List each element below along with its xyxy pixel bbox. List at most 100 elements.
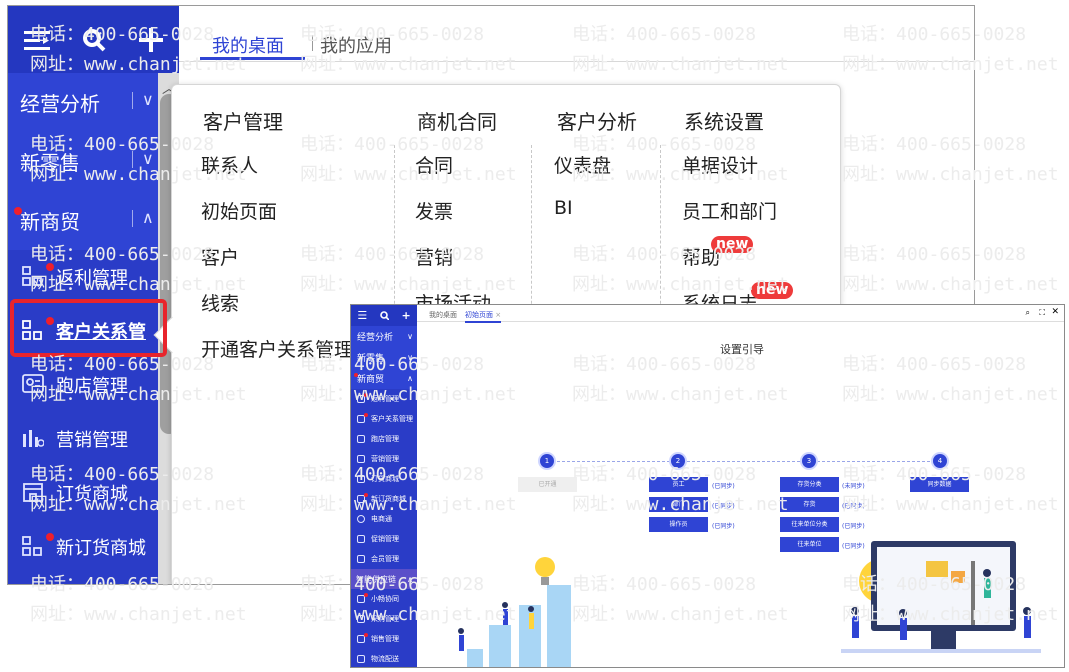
menu-header: 商机合同	[417, 110, 497, 134]
sync-status: (未同步)	[842, 483, 865, 490]
plus-icon[interactable]: +	[401, 309, 410, 322]
inset-nav-group[interactable]: 经营分析 ∨	[351, 326, 417, 347]
sidebar-item-label: 订货商城	[56, 484, 128, 505]
inset-sidebar-item[interactable]: 跑店管理	[351, 429, 417, 449]
grid-icon	[22, 266, 42, 286]
highlight-box	[10, 299, 167, 357]
item-label: 新订货商城	[371, 495, 406, 503]
tab-my-apps[interactable]: 我的应用	[320, 32, 392, 58]
search-button[interactable]	[65, 6, 122, 73]
menu-header: 系统设置	[684, 110, 764, 134]
grid-icon	[22, 536, 42, 556]
item-label: 物流配送	[371, 655, 399, 663]
nav-group-label: 新零售	[357, 354, 385, 364]
search-icon	[82, 28, 105, 51]
menu-item-contract[interactable]: 合同	[415, 151, 453, 178]
sidebar-item-store-visit[interactable]: 跑店管理	[8, 358, 179, 412]
inset-sidebar-item[interactable]: 营销管理	[351, 449, 417, 469]
active-tab-underline	[200, 57, 305, 60]
sidebar-toolbar	[8, 6, 179, 73]
nav-group-new-retail[interactable]: 新零售 ∨	[8, 132, 179, 191]
inventory-button[interactable]: 存货	[780, 497, 839, 512]
inset-sidebar-item[interactable]: 返利管理	[351, 389, 417, 409]
inset-sidebar-item[interactable]: 物流配送	[351, 649, 417, 667]
menu-item-marketing[interactable]: 营销	[415, 243, 453, 270]
menu-item-contact[interactable]: 联系人	[201, 151, 258, 178]
tab-my-desktop[interactable]: 我的桌面	[212, 32, 284, 58]
tab-divider	[312, 35, 313, 51]
enabled-button[interactable]: 已开通	[518, 477, 577, 492]
maximize-icon[interactable]: ⛶	[1039, 308, 1045, 318]
step-1: 1	[540, 454, 554, 468]
ecommerce-icon	[357, 515, 365, 523]
inset-sidebar-item[interactable]: 会员管理	[351, 549, 417, 569]
nav-group-label: 新商贸	[20, 210, 80, 234]
sidebar-item-new-order-mall[interactable]: 新订货商城	[8, 520, 179, 574]
inset-tab-initial-page[interactable]: 初始页面 ×	[465, 310, 502, 323]
inset-sidebar-item[interactable]: 订货商城	[351, 469, 417, 489]
menu-item-lead[interactable]: 线索	[201, 289, 239, 316]
sidebar-item-rebate[interactable]: 返利管理	[8, 250, 179, 304]
menu-item-bi[interactable]: BI	[554, 197, 573, 219]
notification-dot	[46, 533, 54, 541]
chevron-down-icon: ∨	[407, 353, 413, 362]
inset-sidebar-item[interactable]: 采购管理	[351, 609, 417, 629]
inset-nav-group[interactable]: 新零售 ∨	[351, 347, 417, 368]
chevron-up-icon: ∧	[407, 574, 413, 584]
add-button[interactable]	[122, 6, 179, 73]
divider	[132, 210, 133, 227]
search-icon[interactable]	[380, 311, 389, 320]
menu-item-customer[interactable]: 客户	[201, 243, 239, 270]
inset-sidebar-item[interactable]: 促销管理	[351, 529, 417, 549]
staff-button[interactable]: 员工	[649, 477, 708, 492]
close-icon[interactable]: ✕	[1051, 307, 1059, 317]
inset-sidebar-item[interactable]: 小畅协同	[351, 589, 417, 609]
member-icon	[357, 555, 365, 563]
chevron-up-icon: ∧	[142, 208, 154, 227]
divider	[132, 151, 133, 168]
sync-data-button[interactable]: 同步数据	[910, 477, 969, 492]
inset-sidebar-item[interactable]: 电商通	[351, 509, 417, 529]
menu-button[interactable]	[8, 6, 65, 73]
item-label: 销售管理	[371, 635, 399, 643]
nav-group-business-analysis[interactable]: 经营分析 ∨	[8, 73, 179, 132]
chevron-down-icon: ∨	[142, 149, 154, 168]
inset-sidebar-item[interactable]: 销售管理	[351, 629, 417, 649]
new-badge: new	[711, 236, 754, 253]
search-icon[interactable]: ⌕	[1026, 308, 1030, 318]
step-3: 3	[802, 454, 816, 468]
menu-icon[interactable]: ☰	[357, 309, 367, 322]
partner-category-button[interactable]: 往来单位分类	[780, 517, 839, 532]
close-icon[interactable]: ×	[495, 311, 501, 319]
sidebar-item-order-mall[interactable]: 订货商城	[8, 466, 179, 520]
menu-icon	[23, 30, 50, 50]
inset-sidebar-item[interactable]: 新订货商城	[351, 489, 417, 509]
item-label: 采购管理	[371, 615, 399, 623]
notification-dot	[14, 207, 22, 215]
menu-item-initial-page[interactable]: 初始页面	[201, 197, 277, 224]
inset-nav-group[interactable]: 新商贸 ∧	[351, 368, 417, 389]
chart-icon	[23, 430, 44, 447]
notification-dot	[364, 493, 368, 497]
item-label: 电商通	[371, 515, 392, 523]
new-badge: new	[751, 282, 794, 299]
step-connector	[547, 461, 940, 462]
inset-sidebar: ☰ + 经营分析 ∨ 新零售 ∨ 新商贸 ∧ 返利管理 客户关系管理 跑店管理 营销管…	[351, 305, 417, 667]
inset-section-header[interactable]: 智能供应链 ∧	[351, 569, 417, 589]
nav-group-new-commerce[interactable]: 新商贸 ∧	[8, 191, 179, 250]
menu-item-staff-dept[interactable]: 员工和部门	[682, 197, 777, 224]
sidebar-item-marketing[interactable]: 营销管理	[8, 412, 179, 466]
inset-sidebar-item[interactable]: 客户关系管理	[351, 409, 417, 429]
operator-button[interactable]: 操作员	[649, 517, 708, 532]
menu-item-form-design[interactable]: 单据设计	[682, 151, 758, 178]
id-card-icon	[357, 435, 365, 443]
inset-tab-my-desktop[interactable]: 我的桌面	[429, 310, 457, 320]
department-button[interactable]: 部门	[649, 497, 708, 512]
setup-guide-title: 设置引导	[720, 343, 764, 356]
menu-item-enable-crm[interactable]: 开通客户关系管理	[201, 335, 353, 362]
menu-item-dashboard[interactable]: 仪表盘	[554, 151, 611, 178]
inventory-category-button[interactable]: 存货分类	[780, 477, 839, 492]
menu-item-invoice[interactable]: 发票	[415, 197, 453, 224]
notification-dot	[364, 393, 368, 397]
cart-icon	[357, 615, 365, 623]
